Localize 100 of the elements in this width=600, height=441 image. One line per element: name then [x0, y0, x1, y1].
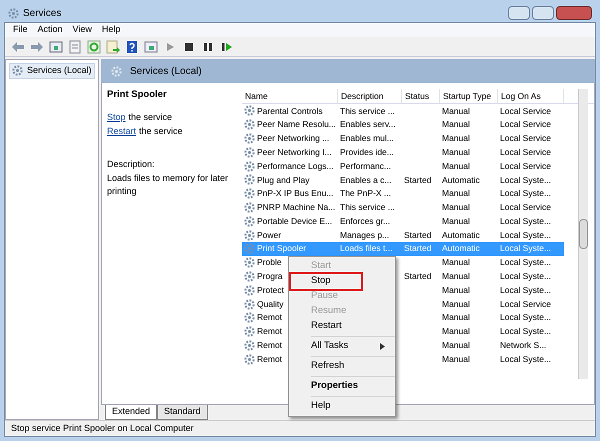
table-cell-text: Started [403, 270, 432, 284]
table-cell-text: Manual [441, 146, 471, 159]
service-name[interactable]: Remot [257, 311, 282, 324]
service-icon [244, 174, 255, 186]
table-cell: Automatic [440, 242, 498, 256]
service-name[interactable]: Remot [257, 352, 282, 366]
table-cell-text: Local Syste... [499, 214, 552, 228]
service-icon [244, 132, 255, 144]
table-cell-text: Manual [441, 325, 471, 338]
service-name[interactable]: Protect [257, 284, 284, 297]
services-app-icon [8, 8, 19, 18]
service-name[interactable]: Peer Name Resolu... [257, 118, 336, 132]
table-cell-text: Enables a c... [339, 174, 393, 186]
service-name[interactable]: Power [257, 228, 282, 242]
service-icon [244, 202, 255, 213]
submenu-arrow-icon [380, 343, 385, 350]
column-header[interactable]: Log On As [498, 89, 564, 103]
close-button[interactable] [556, 6, 592, 20]
table-cell-text: The PnP-X ... [339, 187, 392, 200]
maximize-button[interactable] [532, 6, 554, 20]
menu-item[interactable]: View [72, 23, 92, 37]
view-tab[interactable]: Extended [105, 405, 158, 420]
status-bar: Stop service Print Spooler on Local Computer [5, 420, 595, 436]
table-cell-text: Local Service [499, 146, 552, 159]
refresh-icon[interactable] [85, 38, 103, 54]
menu-item[interactable]: File [13, 23, 28, 37]
service-icon [244, 284, 255, 296]
service-icon [244, 119, 255, 130]
service-name[interactable]: Proble [257, 256, 282, 270]
context-menu-item[interactable]: Properties [291, 379, 393, 394]
table-cell-text: Local Service [499, 298, 552, 311]
scroll-thumb[interactable] [579, 219, 588, 249]
service-name[interactable]: Peer Networking I... [257, 146, 332, 159]
context-menu-item[interactable]: Restart [291, 319, 393, 334]
table-cell-text: This service ... [339, 201, 396, 214]
table-cell-text: This service ... [339, 104, 396, 118]
context-menu-item[interactable]: Refresh [291, 359, 393, 374]
table-cell-text: Local Syste... [499, 187, 552, 200]
view-tab[interactable]: Standard [157, 405, 208, 420]
service-name[interactable]: Performance Logs... [257, 160, 334, 172]
service-name[interactable]: Quality [257, 298, 284, 310]
service-name[interactable]: Portable Device E... [257, 214, 332, 228]
gear-icon [12, 65, 23, 76]
table-cell-text: Local Syste... [499, 256, 552, 270]
table-cell-text: Manual [441, 201, 471, 214]
service-action-link[interactable]: Restart [107, 124, 136, 138]
table-cell-text: Local Syste... [499, 228, 552, 242]
table-cell-text: Provides ide... [339, 146, 395, 159]
table-cell-text: Manual [441, 132, 471, 146]
table-cell: Local Syste... [498, 242, 564, 256]
service-name[interactable]: PnP-X IP Bus Enu... [257, 187, 334, 200]
service-icon [244, 146, 255, 158]
table-cell-text: Manual [441, 187, 471, 200]
window-title: Services [23, 6, 62, 20]
menu-item[interactable]: Help [102, 23, 120, 37]
service-icon [244, 298, 255, 310]
service-action-text: the service [139, 124, 183, 138]
table-cell-text: Local Service [499, 104, 552, 118]
column-header[interactable]: Name [242, 89, 338, 103]
table-cell-text: Manual [441, 160, 471, 173]
table-cell-text: Local Service [499, 118, 552, 132]
vertical-scrollbar[interactable] [578, 89, 588, 379]
table-cell-text: Enforces gr... [339, 214, 392, 228]
service-action-link[interactable]: Stop [107, 111, 126, 125]
table-cell-text: Performanc... [339, 160, 392, 173]
column-header[interactable]: Description [338, 89, 402, 103]
table-cell: Started [402, 242, 440, 256]
service-name[interactable]: PNRP Machine Na... [257, 201, 336, 214]
gear-icon [111, 66, 122, 76]
table-cell-text: Local Syste... [499, 270, 552, 284]
column-header[interactable]: Startup Type [440, 89, 498, 103]
view-icon[interactable] [142, 38, 160, 54]
table-cell-text: Local Syste... [499, 311, 552, 324]
context-menu-item[interactable]: All Tasks [291, 339, 393, 354]
service-name[interactable]: Parental Controls [257, 104, 323, 118]
table-cell-text: Manual [441, 118, 471, 132]
service-name[interactable]: Plug and Play [257, 174, 310, 186]
minimize-button[interactable] [508, 6, 530, 20]
tree-item[interactable]: Services (Local) [9, 63, 95, 78]
table-cell-text: Local Syste... [499, 284, 552, 297]
service-name[interactable]: Progra [257, 270, 283, 283]
table-cell-text: Started [403, 228, 432, 242]
service-name[interactable]: Peer Networking ... [257, 132, 330, 145]
menu-item[interactable]: Action [38, 23, 63, 37]
pane-header: Services (Local) [101, 59, 595, 83]
column-header[interactable]: Status [402, 89, 440, 103]
service-name[interactable]: Remot [257, 325, 282, 338]
table-cell-text: Local Service [499, 160, 552, 173]
console-tree-icon[interactable] [47, 38, 65, 54]
service-name[interactable]: Remot [257, 339, 282, 352]
service-action-text: the service [128, 111, 172, 124]
table-cell-text: Network S... [499, 339, 548, 352]
table-cell-text: Local Service [499, 132, 552, 146]
description-label: Description: [107, 158, 156, 172]
description-text: Loads files to memory for later printing [107, 172, 230, 198]
context-menu-item[interactable]: Help [291, 399, 393, 414]
table-cell-text: Manual [441, 352, 471, 366]
table-cell-text: Manual [441, 214, 471, 228]
table-cell-text: Manages p... [339, 228, 390, 242]
context-menu-item[interactable]: Stop [291, 274, 361, 289]
